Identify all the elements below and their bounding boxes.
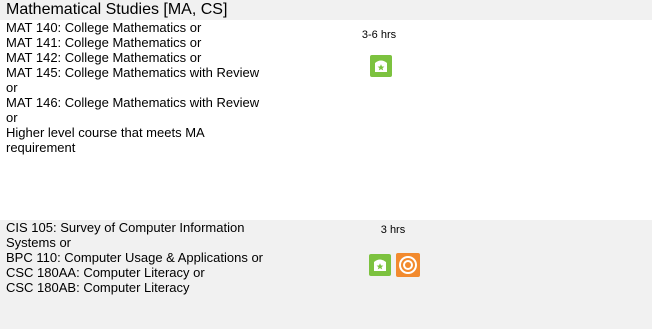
course-line: or bbox=[6, 110, 18, 125]
credit-hours: 3 hrs bbox=[380, 224, 406, 236]
course-line: MAT 140: College Mathematics or bbox=[6, 20, 202, 35]
course-line: MAT 145: College Mathematics with Review bbox=[6, 65, 260, 80]
course-line: CSC 180AA: Computer Literacy or bbox=[6, 265, 205, 280]
green-book-icon bbox=[370, 55, 392, 77]
requirement-row: MAT 140: College Mathematics or MAT 141:… bbox=[0, 20, 652, 210]
course-line: MAT 141: College Mathematics or bbox=[6, 35, 202, 50]
course-line: requirement bbox=[6, 140, 76, 155]
course-line: Systems or bbox=[6, 235, 72, 250]
course-line: CIS 105: Survey of Computer Information bbox=[6, 220, 245, 235]
course-line: MAT 146: College Mathematics with Review bbox=[6, 95, 260, 110]
program-requirements: Mathematical Studies [MA, CS] MAT 140: C… bbox=[0, 0, 652, 329]
green-book-icon bbox=[369, 254, 391, 276]
course-line: MAT 142: College Mathematics or bbox=[6, 50, 202, 65]
orange-target-icon bbox=[396, 253, 420, 277]
section-title: Mathematical Studies [MA, CS] bbox=[6, 1, 228, 18]
course-list: CIS 105: Survey of Computer Information … bbox=[6, 220, 341, 295]
course-line: or bbox=[6, 80, 18, 95]
course-list: MAT 140: College Mathematics or MAT 141:… bbox=[6, 20, 341, 155]
course-line: CSC 180AB: Computer Literacy bbox=[6, 280, 190, 295]
course-line: BPC 110: Computer Usage & Applications o… bbox=[6, 250, 264, 265]
course-line: Higher level course that meets MA bbox=[6, 125, 205, 140]
section-header: Mathematical Studies [MA, CS] bbox=[0, 0, 652, 20]
requirement-row: CIS 105: Survey of Computer Information … bbox=[0, 220, 652, 329]
credit-hours: 3-6 hrs bbox=[361, 29, 397, 41]
